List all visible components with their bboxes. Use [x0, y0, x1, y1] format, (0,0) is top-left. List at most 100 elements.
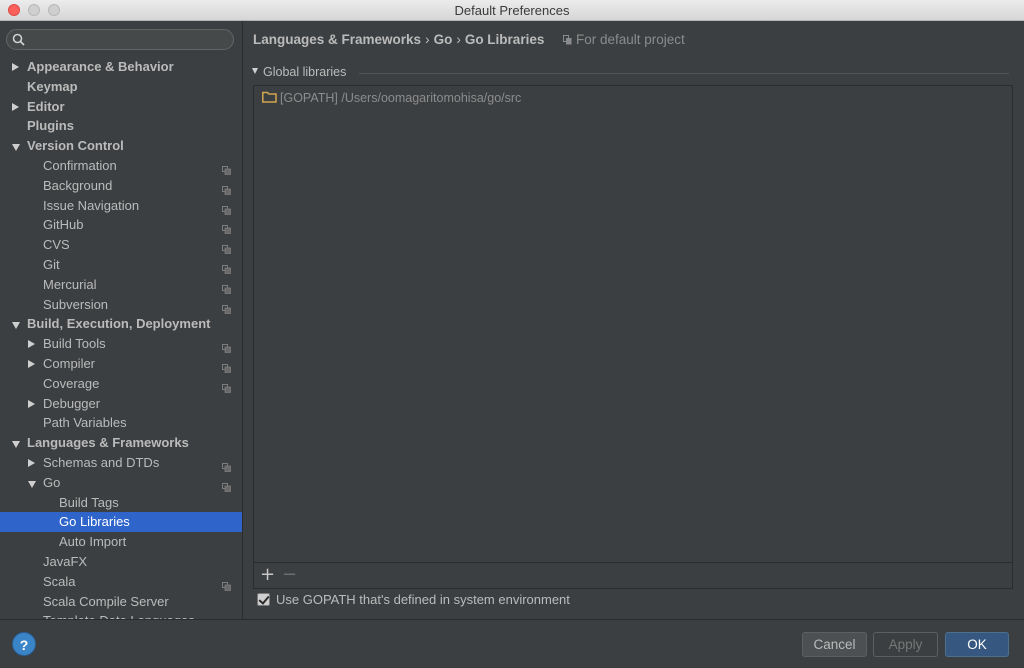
sidebar-item[interactable]: Go Libraries	[0, 512, 242, 533]
project-scope-icon	[222, 260, 231, 274]
library-toolbar: + −	[254, 562, 1012, 588]
sidebar-item-label: Keymap	[27, 78, 78, 94]
chevron-right-icon[interactable]	[28, 340, 35, 349]
sidebar-item-label: Version Control	[27, 138, 124, 154]
sidebar-item[interactable]: Background	[0, 176, 242, 196]
breadcrumb-item: Languages & Frameworks	[253, 32, 422, 47]
window-titlebar: Default Preferences	[0, 0, 1024, 21]
sidebar-item-label: JavaFX	[43, 553, 88, 569]
sidebar-item[interactable]: Scala	[0, 572, 242, 592]
sidebar-item[interactable]: Editor	[0, 97, 242, 117]
project-scope-icon	[222, 478, 231, 492]
sidebar-item-label: Appearance & Behavior	[27, 59, 174, 74]
settings-search-input[interactable]	[29, 31, 233, 50]
project-scope-icon	[222, 379, 231, 393]
project-scope-icon	[222, 359, 231, 373]
project-scope-icon	[222, 161, 231, 175]
sidebar-item[interactable]: Scala Compile Server	[0, 592, 242, 612]
sidebar-item[interactable]: JavaFX	[0, 552, 242, 572]
sidebar-item-label: Confirmation	[43, 157, 117, 173]
global-libraries-list[interactable]: [GOPATH] /Users/oomagaritomohisa/go/src …	[253, 85, 1013, 589]
sidebar-item[interactable]: Schemas and DTDs	[0, 453, 242, 473]
sidebar-item[interactable]: GitHub	[0, 215, 242, 235]
global-libraries-toggle[interactable]: Global libraries	[252, 65, 346, 79]
section-divider	[359, 73, 1009, 74]
chevron-right-icon[interactable]	[12, 63, 19, 71]
sidebar-item[interactable]: Keymap	[0, 77, 242, 97]
ok-button[interactable]: OK	[945, 632, 1009, 657]
sidebar-item-label: Build Tools	[43, 336, 106, 352]
chevron-down-icon[interactable]	[12, 144, 20, 152]
project-scope-icon	[222, 201, 231, 215]
project-scope-icon	[222, 240, 231, 255]
breadcrumb: Languages & Frameworks › Go › Go Libraries	[253, 32, 544, 47]
sidebar-item[interactable]: Debugger	[0, 394, 242, 414]
sidebar-item[interactable]: Languages & Frameworks	[0, 433, 242, 453]
help-button[interactable]: ?	[12, 632, 36, 656]
sidebar-item-label: Build, Execution, Deployment	[27, 316, 211, 332]
global-libraries-title: Global libraries	[263, 65, 347, 79]
sidebar-item[interactable]: Coverage	[0, 374, 242, 394]
remove-library-button[interactable]: −	[282, 565, 297, 585]
sidebar-item[interactable]: Go	[0, 473, 242, 493]
chevron-down-icon[interactable]	[28, 480, 36, 488]
library-path: /Users/oomagaritomohisa/go/src	[341, 91, 522, 105]
settings-sidebar: Appearance & Behavior Keymap Editor Plugins…	[0, 21, 243, 619]
use-gopath-checkbox[interactable]	[257, 593, 270, 606]
sidebar-item[interactable]: Plugins	[0, 116, 242, 136]
window-title: Default Preferences	[454, 3, 570, 18]
sidebar-item[interactable]: Subversion	[0, 295, 242, 315]
add-library-button[interactable]: +	[260, 565, 275, 585]
project-scope-icon	[222, 280, 231, 294]
sidebar-item[interactable]: Template Data Languages	[0, 611, 242, 619]
sidebar-item[interactable]: Confirmation	[0, 156, 242, 176]
cancel-button[interactable]: Cancel	[802, 632, 867, 657]
sidebar-item[interactable]: Build Tags	[0, 493, 242, 513]
sidebar-item-label: Mercurial	[43, 276, 97, 292]
sidebar-item-label: Build Tags	[59, 494, 119, 510]
project-scope-icon	[222, 458, 231, 472]
sidebar-item-label: Go	[43, 474, 61, 490]
chevron-down-icon[interactable]	[12, 441, 20, 449]
sidebar-item[interactable]: Git	[0, 255, 242, 275]
sidebar-item-label: Auto Import	[59, 534, 127, 550]
sidebar-item-label: GitHub	[43, 217, 84, 233]
sidebar-item-label: Template Data Languages	[43, 611, 195, 619]
breadcrumb-separator: ›	[456, 32, 461, 47]
sidebar-item[interactable]: CVS	[0, 235, 242, 255]
chevron-right-icon[interactable]	[28, 458, 35, 467]
project-scope-icon	[222, 220, 231, 235]
sidebar-item-label: Coverage	[43, 375, 100, 391]
for-default-project-note: For default project	[563, 32, 685, 48]
library-tag: [GOPATH]	[280, 91, 338, 105]
chevron-right-icon[interactable]	[28, 359, 35, 368]
sidebar-item-label: Git	[43, 256, 60, 272]
sidebar-item-label: Subversion	[43, 296, 109, 312]
folder-icon	[262, 91, 277, 106]
project-scope-icon	[222, 300, 231, 314]
sidebar-item[interactable]: Appearance & Behavior	[0, 57, 242, 77]
use-gopath-option[interactable]: Use GOPATH that's defined in system envi…	[257, 592, 570, 607]
settings-search-box[interactable]	[6, 29, 234, 50]
sidebar-item[interactable]: Compiler	[0, 354, 242, 374]
sidebar-item[interactable]: Auto Import	[0, 532, 242, 552]
sidebar-item[interactable]: Build Tools	[0, 334, 242, 354]
project-scope-icon	[222, 339, 231, 354]
sidebar-item[interactable]: Issue Navigation	[0, 196, 242, 216]
chevron-right-icon[interactable]	[12, 102, 19, 111]
sidebar-item-label: Languages & Frameworks	[27, 435, 189, 451]
chevron-down-icon[interactable]	[12, 322, 20, 330]
sidebar-item[interactable]: Version Control	[0, 136, 242, 156]
project-scope-icon	[222, 181, 231, 195]
sidebar-item-label: Editor	[27, 98, 65, 114]
sidebar-item-label: Compiler	[43, 355, 96, 371]
sidebar-item[interactable]: Mercurial	[0, 275, 242, 295]
project-scope-icon	[222, 577, 231, 591]
dialog-footer: ? Cancel Apply OK	[0, 619, 1024, 668]
sidebar-item[interactable]: Build, Execution, Deployment	[0, 314, 242, 334]
sidebar-item-label: Issue Navigation	[43, 197, 140, 213]
sidebar-item[interactable]: Path Variables	[0, 413, 242, 433]
apply-button[interactable]: Apply	[873, 632, 938, 657]
library-item-text: [GOPATH] /Users/oomagaritomohisa/go/src	[280, 91, 521, 105]
chevron-right-icon[interactable]	[28, 399, 35, 408]
